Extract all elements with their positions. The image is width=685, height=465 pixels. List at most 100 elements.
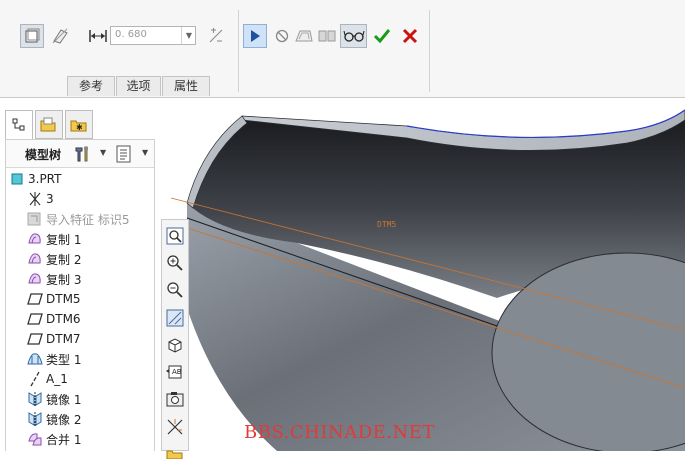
preview-attached-icon [295,30,313,42]
zoom-out-button[interactable] [164,279,186,301]
model-tree: 3.PRT 3 导入特征 标识5 复制 1 复制 2 复制 3 DTM5 DTM… [5,168,155,451]
feature-dashboard: 0. 680 ▼ 参考 选项 属性 [0,0,685,98]
tree-settings-dropdown[interactable]: ▼ [100,148,106,157]
play-triangle-icon [251,30,260,42]
navigator-tabs: ✱ [5,110,97,139]
shaded-cube-icon [168,338,182,353]
detached-preview-button[interactable] [315,24,339,48]
boundary-blend-icon [27,351,43,367]
no-preview-button[interactable] [270,24,294,48]
refit-button[interactable] [164,225,186,247]
thickness-dropdown-arrow[interactable]: ▼ [181,27,196,44]
tree-item-label: 镜像 1 [46,392,82,407]
svg-text:AB: AB [172,368,182,376]
mirror-icon [27,411,43,427]
dashboard-separator-right [429,10,430,92]
remove-material-icon [52,28,68,44]
datum-display-button[interactable] [164,416,186,438]
red-x-icon [402,28,418,44]
tree-item-import-feature[interactable]: 导入特征 标识5 [27,209,129,229]
more-view-button[interactable] [164,443,186,465]
svg-text:✱: ✱ [76,123,83,132]
copy-surface-icon [27,231,43,247]
watermark: BBS.CHINADE.NET [244,422,435,443]
model-tree-title: 模型树 [25,148,62,162]
datum-plane-icon [27,291,43,307]
attached-preview-button[interactable] [292,24,316,48]
no-preview-icon [275,29,289,43]
tools-icon [75,146,88,162]
tree-item-axis[interactable]: A_1 [27,369,68,389]
tree-show-button[interactable] [115,144,135,164]
verify-preview-button[interactable] [340,24,367,48]
datum-plane-icon [27,311,43,327]
merge-icon [27,431,43,447]
tab-model-tree[interactable] [5,110,33,139]
zoom-out-icon [167,282,183,298]
part-icon [9,171,25,187]
tree-item-csys[interactable]: 3 [27,189,54,209]
cancel-button[interactable] [398,24,422,48]
tree-item-boundary-blend[interactable]: 类型 1 [27,349,81,369]
saved-views-icon: AB [166,365,182,379]
tree-item-label: DTM5 [46,292,81,306]
tree-item-label: 镜像 2 [46,412,82,427]
repaint-button[interactable] [164,307,186,329]
tree-item-dtm6[interactable]: DTM6 [27,309,81,329]
zoom-in-button[interactable] [164,252,186,274]
repaint-icon [166,309,184,327]
tree-item-copy-3[interactable]: 复制 3 [27,269,81,289]
remove-material-button[interactable] [48,24,72,48]
copy-surface-icon [27,271,43,287]
import-feature-icon [27,211,43,227]
datum-plane-icon [27,331,43,347]
datum-display-icon [167,419,183,435]
refit-icon [166,227,184,245]
tree-item-mirror-2[interactable]: 镜像 2 [27,409,81,429]
tree-settings-button[interactable] [73,144,93,164]
model-surface-render [170,109,685,451]
pause-button[interactable] [243,24,267,48]
graphics-window[interactable]: DTM5 [157,98,685,451]
tree-item-merge[interactable]: 合并 1 [27,429,81,449]
tree-item-copy-1[interactable]: 复制 1 [27,229,81,249]
tree-item-label: 复制 3 [46,272,82,287]
mirror-icon [27,391,43,407]
flip-direction-icon [209,28,223,43]
tree-item-label: 合并 1 [46,432,82,447]
model-tree-icon [12,118,25,131]
tab-folder-browser[interactable] [35,110,63,139]
thicken-solid-button[interactable] [20,24,44,48]
default-csys-icon [27,191,43,207]
view-toolbar: AB [161,219,189,459]
flip-direction-button[interactable] [204,24,228,48]
tree-item-label: 复制 2 [46,252,82,267]
tab-favorites[interactable]: ✱ [65,110,93,139]
tree-show-dropdown[interactable]: ▼ [142,148,148,157]
tree-item-copy-2[interactable]: 复制 2 [27,249,81,269]
tree-item-mirror-1[interactable]: 镜像 1 [27,389,81,409]
tab-properties[interactable]: 属性 [162,76,210,96]
display-style-button[interactable] [164,334,186,356]
datum-axis-icon [27,371,43,387]
tree-item-label: DTM7 [46,332,81,346]
ok-button[interactable] [370,24,394,48]
tab-references[interactable]: 参考 [67,76,115,96]
tree-item-dtm5[interactable]: DTM5 [27,289,81,309]
folder-icon [40,117,56,131]
tree-item-label: A_1 [46,372,68,386]
datum-plane-label: DTM5 [377,220,397,229]
tree-item-label: 3.PRT [28,172,62,186]
tree-item-label: 复制 1 [46,232,82,247]
zoom-in-icon [167,255,183,271]
view-manager-button[interactable] [164,388,186,410]
tree-item-part[interactable]: 3.PRT [9,169,61,189]
tree-item-dtm7[interactable]: DTM7 [27,329,81,349]
saved-views-button[interactable]: AB [164,361,186,383]
tab-options[interactable]: 选项 [116,76,161,96]
favorites-folder-icon: ✱ [70,120,87,132]
tree-item-label: 导入特征 标识5 [46,212,130,227]
tree-item-label: DTM6 [46,312,81,326]
show-list-icon [116,145,131,163]
thickness-dimension-icon [89,30,107,42]
